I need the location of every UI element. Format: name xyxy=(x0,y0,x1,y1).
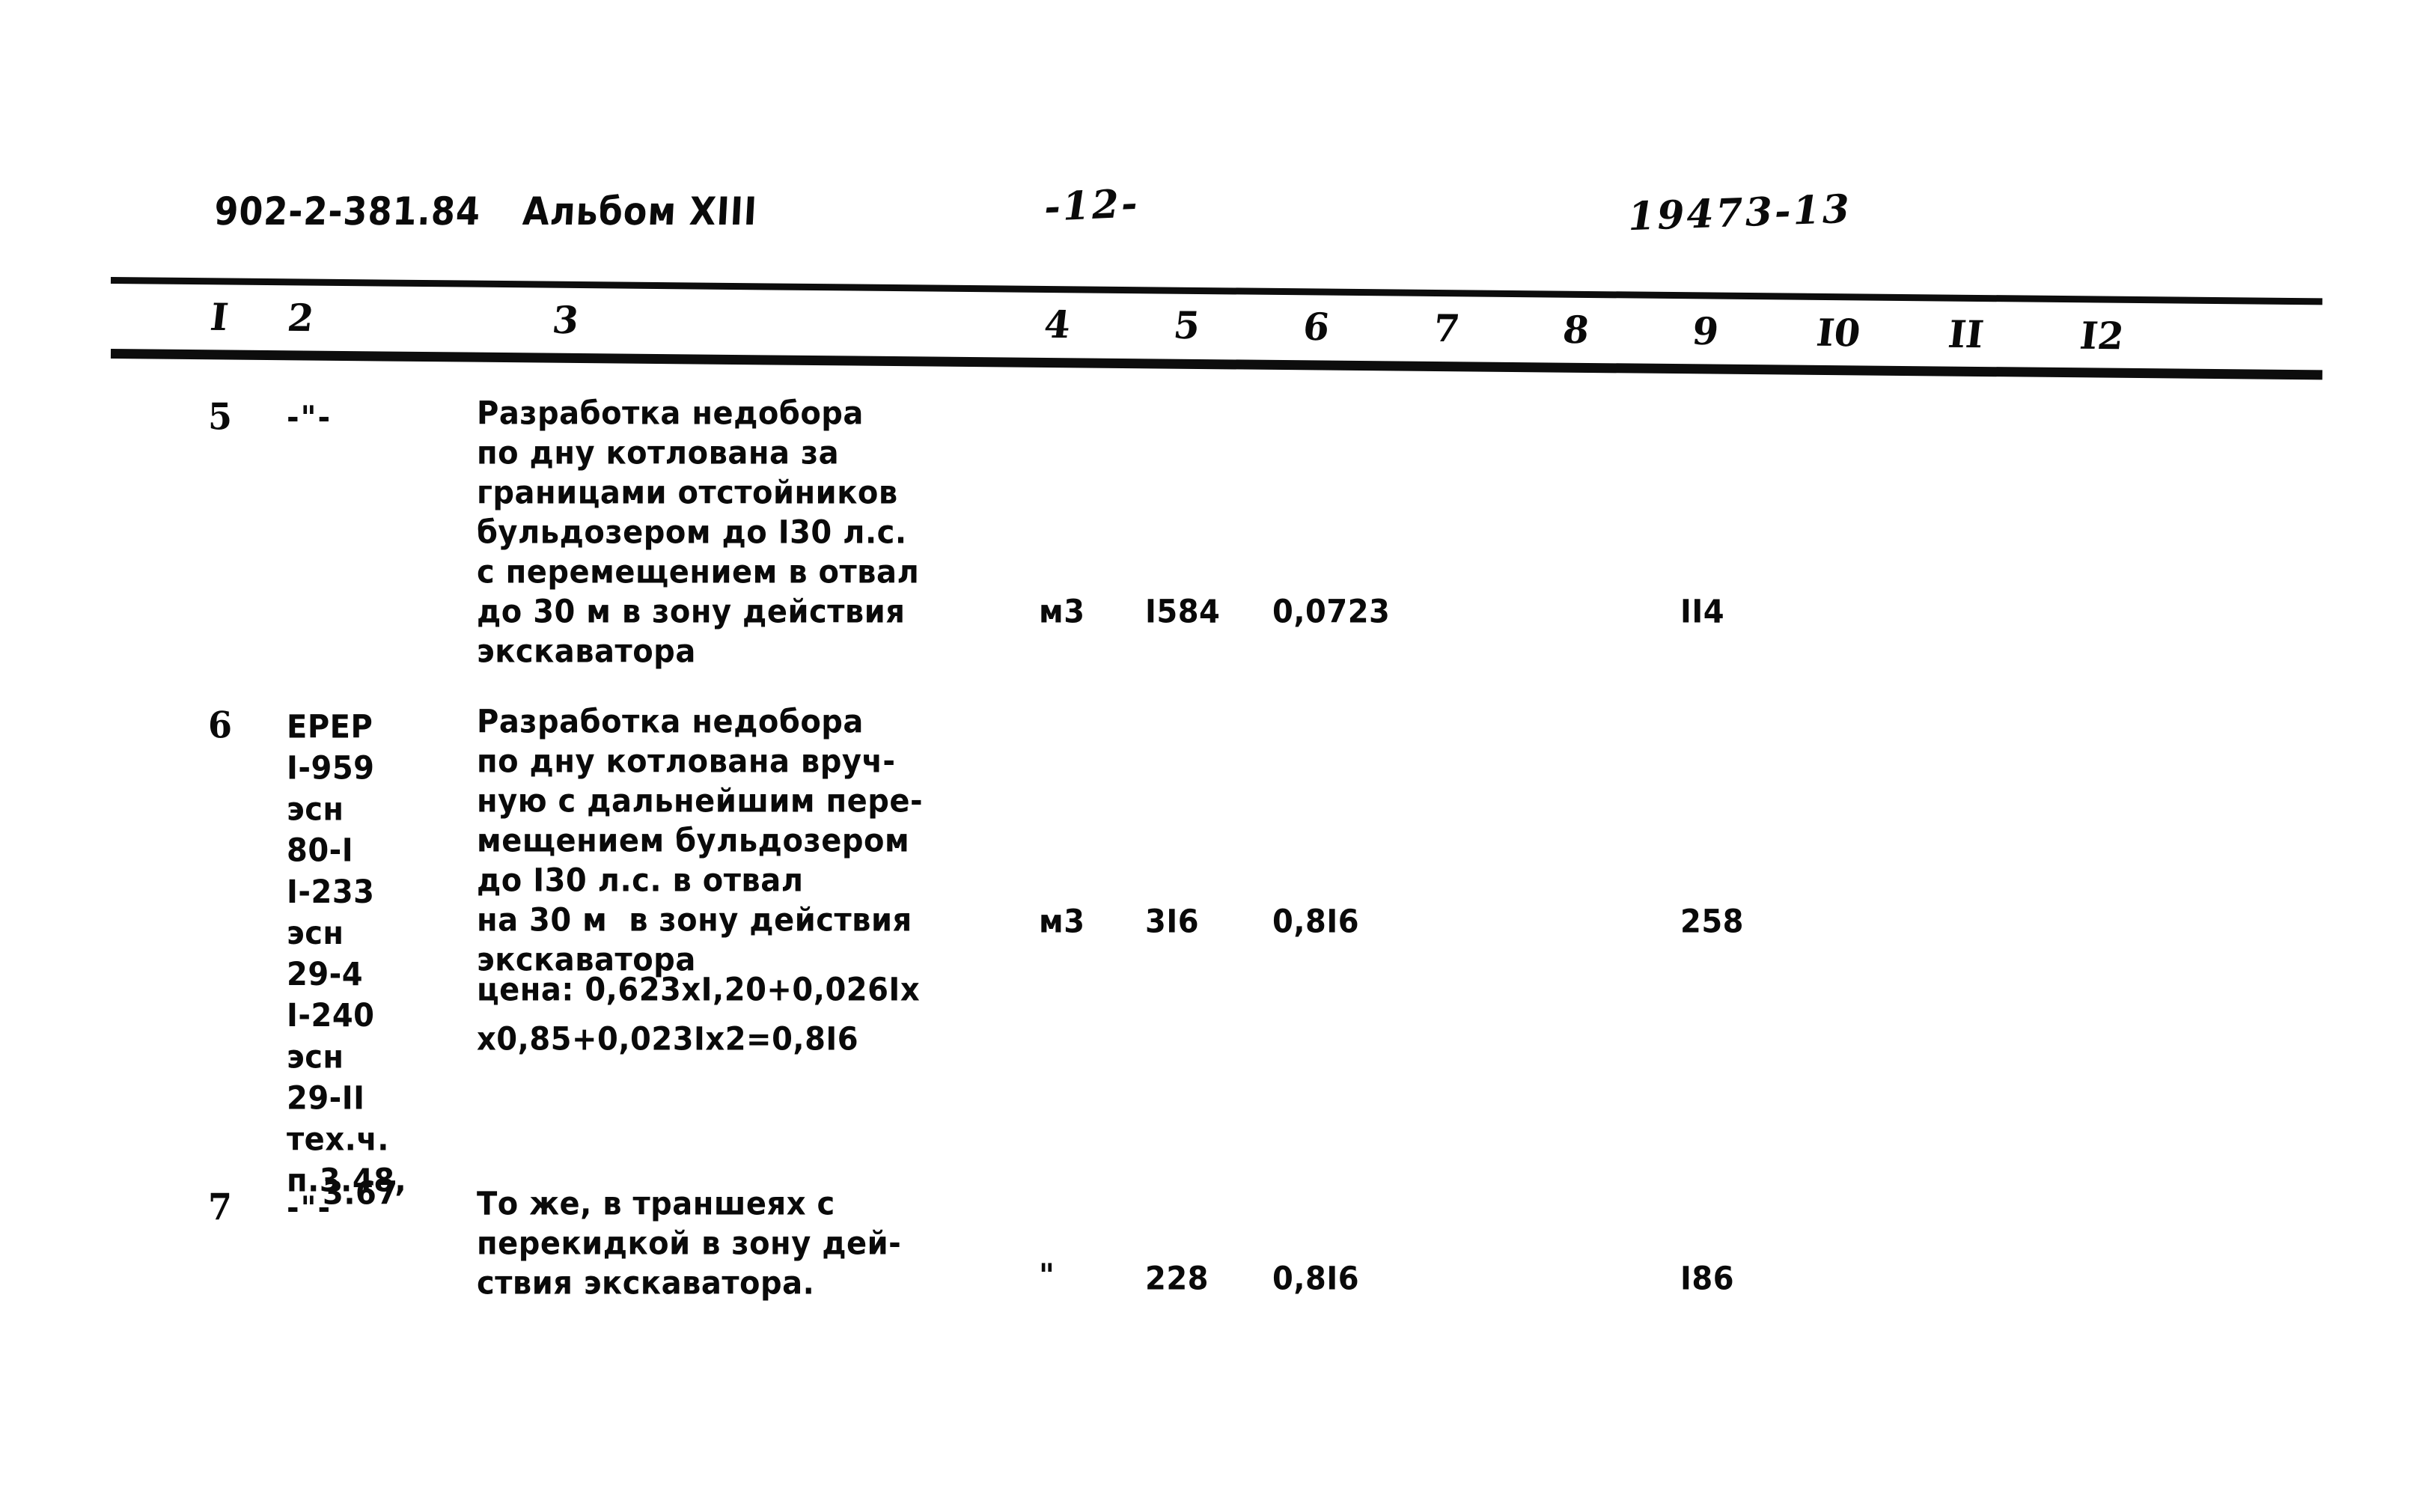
table-body: 5 -"- Разработка недобора по дну котлова… xyxy=(0,0,2422,1512)
row-description: Разработка недобора по дну котлована вру… xyxy=(477,704,924,978)
row-price-formula: цена: 0,623xI,20+0,026Ix x0,85+0,023Ix2=… xyxy=(477,972,921,1058)
row-col9: II4 xyxy=(1680,594,1725,630)
row-number: 6 xyxy=(208,703,233,747)
row-code-cell: -"- xyxy=(287,400,332,436)
row-quantity: 3I6 xyxy=(1145,903,1200,940)
row-price: 0,8I6 xyxy=(1272,903,1360,940)
document-page: 902-2-381.84 Альбом XIII -12- 19473-13 I… xyxy=(0,0,2422,1512)
row-description: То же, в траншеях с перекидкой в зону де… xyxy=(477,1186,902,1302)
row-unit: м3 xyxy=(1039,594,1085,630)
row-description: Разработка недобора по дну котлована за … xyxy=(477,395,920,670)
row-quantity: 228 xyxy=(1145,1260,1209,1297)
row-unit: " xyxy=(1039,1258,1055,1294)
row-code-cell: ЕРЕР I-959 эсн 80-I I-233 эсн 29-4 I-240… xyxy=(287,709,407,1200)
row-code-cell: -"- xyxy=(287,1190,332,1227)
row-price: 0,8I6 xyxy=(1272,1260,1360,1297)
row-price: 0,0723 xyxy=(1272,594,1391,630)
row-unit: м3 xyxy=(1039,903,1085,940)
row-col9: I86 xyxy=(1680,1260,1735,1297)
row-number: 5 xyxy=(208,394,233,439)
row-col9: 258 xyxy=(1680,903,1744,940)
row-quantity: I584 xyxy=(1145,594,1221,630)
row-number: 7 xyxy=(208,1185,233,1229)
